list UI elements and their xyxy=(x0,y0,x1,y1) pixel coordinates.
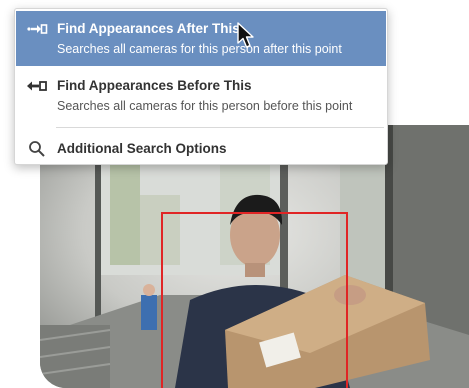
menu-item-title: Find Appearances After This xyxy=(57,21,240,36)
arrow-right-to-box-icon xyxy=(27,24,48,34)
person-detection-box[interactable] xyxy=(161,212,348,388)
menu-item-additional-search[interactable]: Additional Search Options xyxy=(16,131,386,165)
mouse-cursor-icon xyxy=(237,22,254,48)
menu-divider xyxy=(56,127,384,128)
menu-item-find-after[interactable]: Find Appearances After This Searches all… xyxy=(16,11,386,66)
search-icon xyxy=(29,141,45,157)
arrow-left-from-box-icon xyxy=(27,81,47,91)
menu-item-title: Find Appearances Before This xyxy=(57,78,252,93)
context-menu: Find Appearances After This Searches all… xyxy=(14,8,388,165)
menu-item-subtitle: Searches all cameras for this person aft… xyxy=(57,42,342,56)
menu-item-subtitle: Searches all cameras for this person bef… xyxy=(57,99,353,113)
menu-item-find-before[interactable]: Find Appearances Before This Searches al… xyxy=(16,68,386,122)
menu-item-title: Additional Search Options xyxy=(57,141,227,156)
